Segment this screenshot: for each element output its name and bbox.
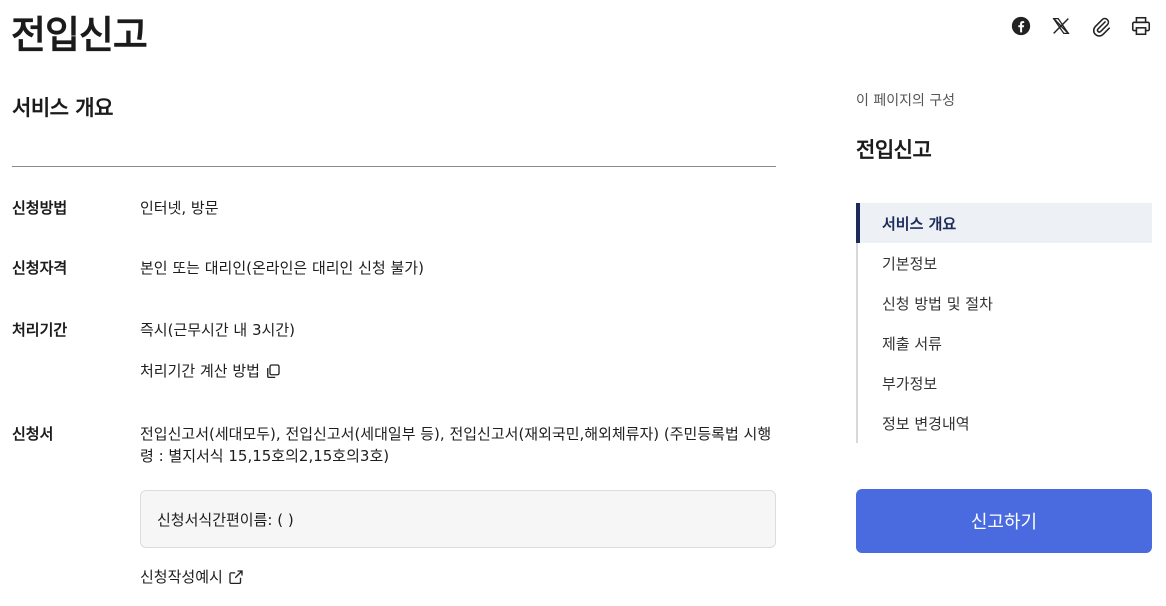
period-value: 즉시(근무시간 내 3시간)	[140, 321, 295, 339]
page-toc: 이 페이지의 구성 전입신고 서비스 개요 기본정보 신청 방법 및 절차 제출…	[856, 90, 1152, 443]
section-title: 서비스 개요	[12, 96, 113, 120]
toc-item-basic-info[interactable]: 기본정보	[858, 243, 1152, 283]
facebook-share-button[interactable]	[1010, 14, 1032, 38]
form-label: 신청서	[12, 425, 54, 443]
form-name-text: 신청서식간편이름: ( )	[157, 510, 294, 529]
method-label: 신청방법	[12, 199, 68, 217]
printer-icon	[1131, 16, 1151, 36]
paperclip-icon	[1092, 17, 1111, 37]
example-link[interactable]: 신청작성예시	[140, 566, 245, 588]
toc-item-change-history[interactable]: 정보 변경내역	[858, 403, 1152, 443]
period-calc-label: 처리기간 계산 방법	[140, 362, 260, 380]
toc-title: 전입신고	[856, 138, 932, 162]
external-link-icon	[229, 570, 243, 585]
eligibility-label: 신청자격	[12, 259, 68, 277]
service-overview: 서비스 개요 신청방법 인터넷, 방문 신청자격 본인 또는 대리인(온라인은 …	[12, 90, 776, 586]
example-link-label: 신청작성예시	[140, 568, 223, 586]
share-toolbar	[1010, 14, 1152, 38]
x-icon	[1052, 18, 1070, 34]
toc-caption: 이 페이지의 구성	[856, 93, 956, 109]
facebook-icon	[1011, 16, 1031, 36]
eligibility-value: 본인 또는 대리인(온라인은 대리인 신청 불가)	[140, 259, 424, 277]
period-calc-link[interactable]: 처리기간 계산 방법	[140, 360, 282, 382]
method-value: 인터넷, 방문	[140, 199, 219, 217]
toc-item-documents[interactable]: 제출 서류	[858, 323, 1152, 363]
period-label: 처리기간	[12, 321, 68, 339]
form-value: 전입신고서(세대모두), 전입신고서(세대일부 등), 전입신고서(재외국민,해…	[140, 425, 772, 465]
toc-list: 서비스 개요 기본정보 신청 방법 및 절차 제출 서류 부가정보 정보 변경내…	[856, 203, 1152, 443]
toc-item-method-procedure[interactable]: 신청 방법 및 절차	[858, 283, 1152, 323]
toc-item-additional-info[interactable]: 부가정보	[858, 363, 1152, 403]
page-title: 전입신고	[11, 13, 148, 57]
form-name-box: 신청서식간편이름: ( )	[140, 490, 776, 548]
print-button[interactable]	[1130, 14, 1152, 38]
copy-link-button[interactable]	[1090, 14, 1112, 38]
toc-item-service-overview[interactable]: 서비스 개요	[856, 203, 1152, 243]
copy-icon	[267, 364, 280, 379]
report-button[interactable]: 신고하기	[856, 489, 1152, 553]
section-divider	[12, 166, 776, 167]
x-share-button[interactable]	[1050, 14, 1072, 38]
